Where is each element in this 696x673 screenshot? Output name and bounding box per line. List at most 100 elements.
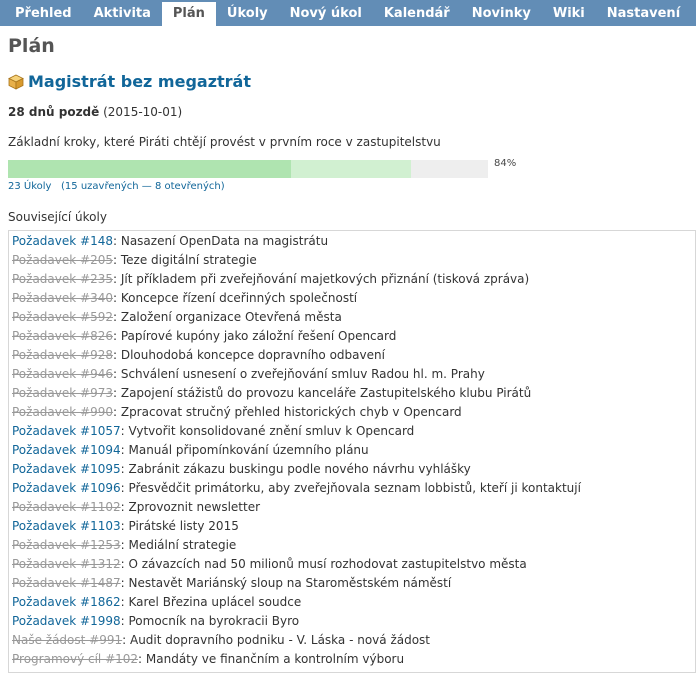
list-item: Požadavek #1862: Karel Březina uplácel s… bbox=[12, 593, 695, 612]
issue-subject: Zabránit zákazu buskingu podle nového ná… bbox=[128, 462, 471, 476]
issue-subject: Nestavět Mariánský sloup na Staroměstské… bbox=[128, 576, 452, 590]
issue-subject: Založení organizace Otevřená města bbox=[120, 310, 342, 324]
issue-subject: Manuál připomínkování územního plánu bbox=[128, 443, 369, 457]
issue-subject: Přesvědčit primátorku, aby zveřejňovala … bbox=[128, 481, 581, 495]
list-item: Požadavek #946: Schválení usnesení o zve… bbox=[12, 365, 695, 384]
list-item: Naše žádost #991: Audit dopravního podni… bbox=[12, 631, 695, 650]
list-item: Požadavek #826: Papírové kupóny jako zál… bbox=[12, 327, 695, 346]
list-item: Požadavek #1096: Přesvědčit primátorku, … bbox=[12, 479, 695, 498]
issue-link[interactable]: Požadavek #1094 bbox=[12, 443, 121, 457]
issue-link[interactable]: Požadavek #1102 bbox=[12, 500, 121, 514]
issue-link[interactable]: Naše žádost #991 bbox=[12, 633, 122, 647]
issue-subject: Karel Březina uplácel soudce bbox=[128, 595, 302, 609]
issue-subject: Zapojení stážistů do provozu kanceláře Z… bbox=[120, 386, 532, 400]
due-date: (2015-10-01) bbox=[103, 105, 183, 119]
related-issues-list: Požadavek #148: Nasazení OpenData na mag… bbox=[8, 230, 696, 673]
issue-link[interactable]: Požadavek #592 bbox=[12, 310, 113, 324]
tab-3[interactable]: Úkoly bbox=[216, 2, 279, 26]
list-item: Požadavek #1094: Manuál připomínkování ú… bbox=[12, 441, 695, 460]
list-item: Požadavek #1103: Pirátské listy 2015 bbox=[12, 517, 695, 536]
issue-link[interactable]: Požadavek #1862 bbox=[12, 595, 121, 609]
list-item: Požadavek #1253: Mediální strategie bbox=[12, 536, 695, 555]
issue-separator: : bbox=[112, 253, 121, 267]
tab-7[interactable]: Wiki bbox=[542, 2, 596, 26]
list-item: Požadavek #592: Založení organizace Otev… bbox=[12, 308, 695, 327]
issue-link[interactable]: Požadavek #148 bbox=[12, 234, 113, 248]
issue-subject: Zpracovat stručný přehled historických c… bbox=[120, 405, 462, 419]
issue-subject: Pomocník na byrokracii Byro bbox=[128, 614, 300, 628]
tab-1[interactable]: Aktivita bbox=[83, 2, 162, 26]
issue-link[interactable]: Požadavek #340 bbox=[12, 291, 113, 305]
counts-separator: — bbox=[141, 181, 152, 192]
list-item: Požadavek #340: Koncepce řízení dceřinný… bbox=[12, 289, 695, 308]
progress-closed-segment bbox=[8, 160, 291, 178]
issue-subject: Mediální strategie bbox=[128, 538, 237, 552]
issue-subject: Pirátské listy 2015 bbox=[128, 519, 239, 533]
version-name-link[interactable]: Magistrát bez megaztrát bbox=[28, 72, 251, 91]
issue-separator: : bbox=[112, 272, 121, 286]
list-item: Požadavek #148: Nasazení OpenData na mag… bbox=[12, 232, 695, 251]
issue-link[interactable]: Požadavek #826 bbox=[12, 329, 113, 343]
issue-link[interactable]: Požadavek #946 bbox=[12, 367, 113, 381]
issue-subject: Audit dopravního podniku - V. Láska - no… bbox=[129, 633, 431, 647]
due-info: 28 dnů pozdě (2015-10-01) bbox=[8, 105, 688, 119]
progress-percent: 84% bbox=[494, 157, 517, 169]
issue-link[interactable]: Požadavek #1253 bbox=[12, 538, 121, 552]
related-issues-title: Související úkoly bbox=[8, 210, 107, 224]
issue-subject: Nasazení OpenData na magistrátu bbox=[120, 234, 329, 248]
tab-2[interactable]: Plán bbox=[161, 2, 216, 26]
issue-link[interactable]: Požadavek #1096 bbox=[12, 481, 121, 495]
issue-separator: : bbox=[112, 367, 121, 381]
version-header: Magistrát bez megaztrát bbox=[8, 72, 688, 91]
tab-0[interactable]: Přehled bbox=[4, 2, 83, 26]
issue-subject: Papírové kupóny jako záložní řešení Open… bbox=[120, 329, 397, 343]
list-item: Požadavek #973: Zapojení stážistů do pro… bbox=[12, 384, 695, 403]
issue-link[interactable]: Požadavek #1103 bbox=[12, 519, 121, 533]
package-icon bbox=[8, 74, 24, 90]
issue-separator: : bbox=[112, 310, 121, 324]
issue-link[interactable]: Požadavek #1312 bbox=[12, 557, 121, 571]
list-item: Programový cíl #102: Mandáty ve finanční… bbox=[12, 650, 695, 669]
issue-link[interactable]: Požadavek #1487 bbox=[12, 576, 121, 590]
issue-separator: : bbox=[112, 348, 121, 362]
issue-subject: O závazcích nad 50 milionů musí rozhodov… bbox=[128, 557, 527, 571]
list-item: Požadavek #235: Jít příkladem při zveřej… bbox=[12, 270, 695, 289]
issue-subject: Teze digitální strategie bbox=[120, 253, 257, 267]
page-title: Plán bbox=[8, 35, 55, 57]
list-item: Požadavek #990: Zpracovat stručný přehle… bbox=[12, 403, 695, 422]
issue-subject: Zprovoznit newsletter bbox=[128, 500, 261, 514]
list-item: Požadavek #205: Teze digitální strategie bbox=[12, 251, 695, 270]
issue-count-link[interactable]: 23 Úkoly bbox=[8, 181, 51, 192]
issue-link[interactable]: Požadavek #1998 bbox=[12, 614, 121, 628]
issue-separator: : bbox=[122, 633, 130, 647]
list-item: Požadavek #928: Dlouhodobá koncepce dopr… bbox=[12, 346, 695, 365]
due-late-text: 28 dnů pozdě bbox=[8, 105, 100, 119]
main-menu: Přehled Aktivita Plán Úkoly Nový úkol Kalendá… bbox=[0, 0, 696, 26]
issue-link[interactable]: Požadavek #990 bbox=[12, 405, 113, 419]
open-issues-link[interactable]: 8 otevřených bbox=[155, 181, 221, 192]
issue-link[interactable]: Požadavek #205 bbox=[12, 253, 113, 267]
issue-link[interactable]: Požadavek #1057 bbox=[12, 424, 121, 438]
issue-link[interactable]: Požadavek #928 bbox=[12, 348, 113, 362]
main-content: Plán Magistrát bez megaztrát 28 dnů pozd… bbox=[0, 34, 696, 673]
progress-bar bbox=[8, 160, 488, 178]
issue-separator: : bbox=[112, 291, 121, 305]
closed-issues-link[interactable]: 15 uzavřených bbox=[65, 181, 139, 192]
tab-5[interactable]: Kalendář bbox=[373, 2, 461, 26]
issue-link[interactable]: Požadavek #973 bbox=[12, 386, 113, 400]
tab-6[interactable]: Novinky bbox=[461, 2, 542, 26]
issue-subject: Mandáty ve finančním a kontrolním výboru bbox=[145, 652, 405, 666]
progress-row: 84% bbox=[8, 157, 688, 178]
issue-subject: Schválení usnesení o zveřejňování smluv … bbox=[120, 367, 485, 381]
version-description: Základní kroky, které Piráti chtějí prov… bbox=[8, 135, 441, 149]
issue-link[interactable]: Programový cíl #102 bbox=[12, 652, 138, 666]
list-item: Požadavek #1095: Zabránit zákazu busking… bbox=[12, 460, 695, 479]
tab-4[interactable]: Nový úkol bbox=[279, 2, 373, 26]
issue-link[interactable]: Požadavek #235 bbox=[12, 272, 113, 286]
list-item: Požadavek #1312: O závazcích nad 50 mili… bbox=[12, 555, 695, 574]
progress-done-segment bbox=[291, 160, 411, 178]
issue-separator: : bbox=[112, 234, 121, 248]
issue-link[interactable]: Požadavek #1095 bbox=[12, 462, 121, 476]
list-item: Požadavek #1102: Zprovoznit newsletter bbox=[12, 498, 695, 517]
tab-8[interactable]: Nastavení bbox=[596, 2, 691, 26]
